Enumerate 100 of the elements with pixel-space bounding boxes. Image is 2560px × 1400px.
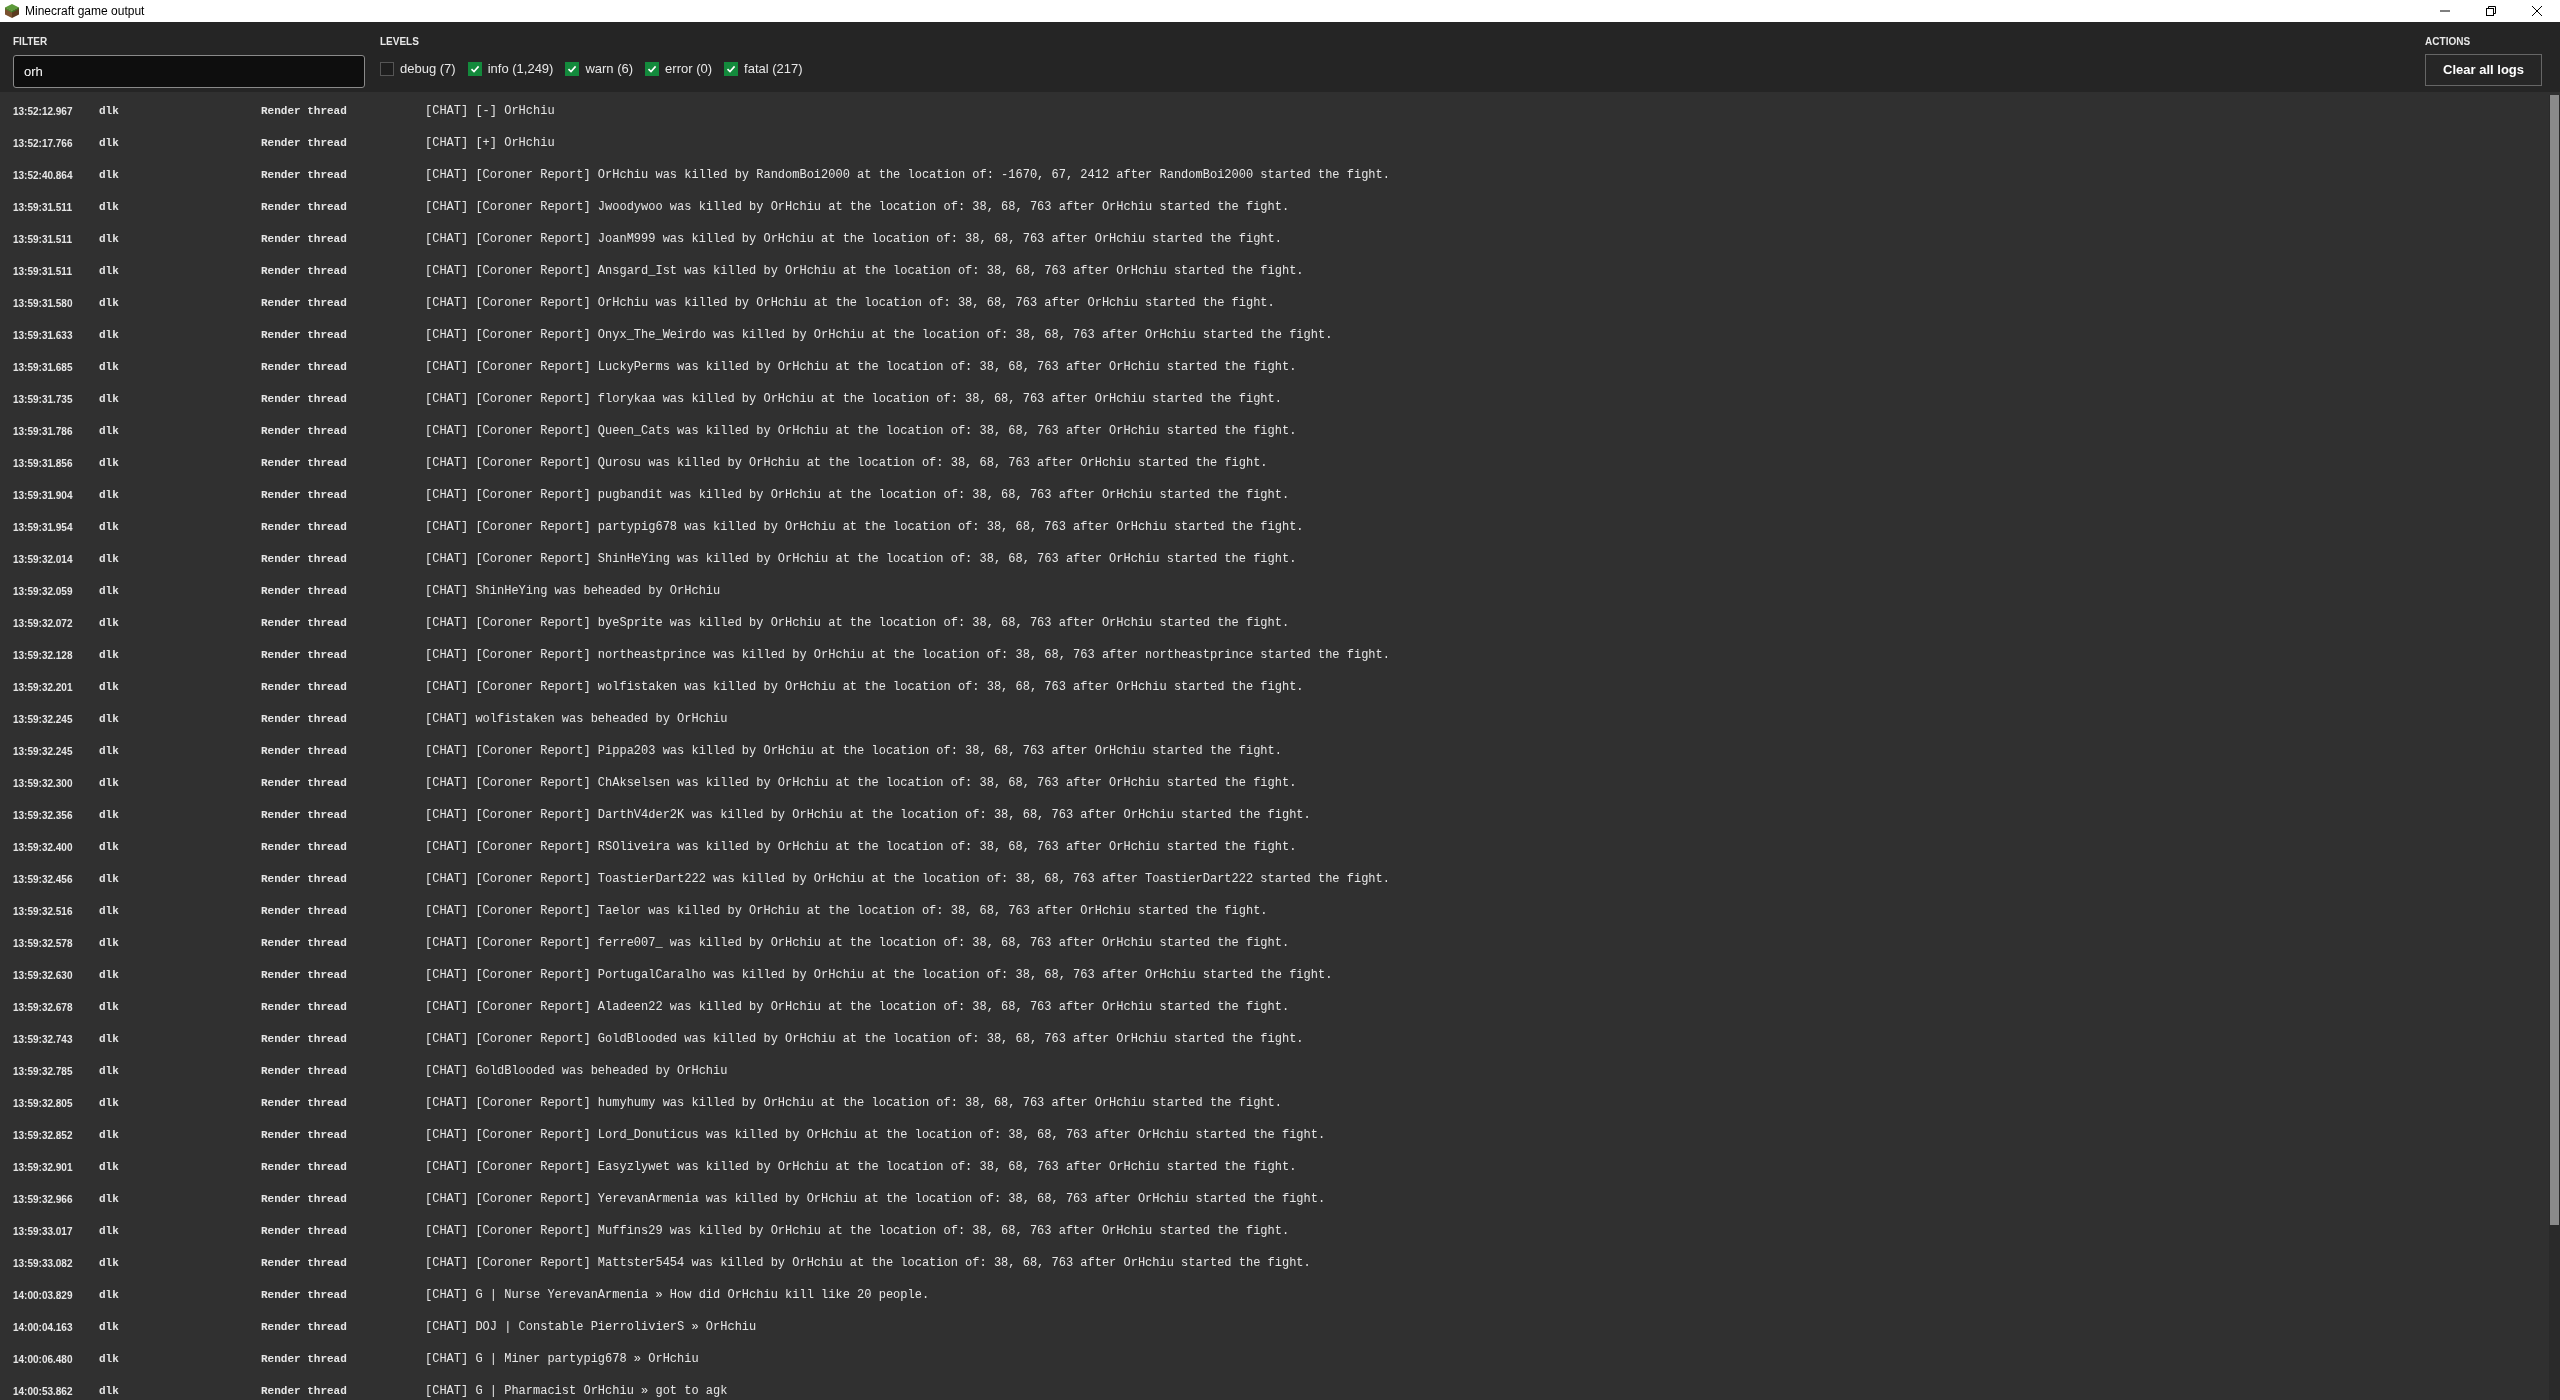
log-thread: Render thread [261,1063,348,1079]
log-thread: Render thread [261,487,348,503]
filter-field[interactable]: orh [13,55,365,88]
log-message: [CHAT] [Coroner Report] florykaa was killed by OrHchiu at the location of: 38, 68, 763 after OrHchiu started the fight. [425,391,1282,408]
log-message: [CHAT] [Coroner Report] ChAkselsen was killed by OrHchiu at the location of: 38, 68, 763 after OrHchiu started the fight. [425,775,1297,792]
log-time: 13:59:32.743 [12,1032,74,1047]
log-time: 13:59:32.630 [12,968,74,983]
log-time: 13:59:32.201 [12,680,74,695]
log-source: dlk [99,487,120,503]
log-source: dlk [99,999,120,1015]
log-thread: Render thread [261,167,348,183]
log-thread: Render thread [261,743,348,759]
log-message: [CHAT] [Coroner Report] LuckyPerms was killed by OrHchiu at the location of: 38, 68, 763 after OrHchiu started the fight. [425,359,1297,376]
log-thread: Render thread [261,679,348,695]
log-time: 13:59:33.017 [12,1224,74,1239]
section-label: ACTIONS [2425,35,2472,49]
log-time: 13:59:31.511 [12,264,73,279]
log-thread: Render thread [261,871,348,887]
log-thread: Render thread [261,999,348,1015]
log-thread: Render thread [261,263,348,279]
log-source: dlk [99,1319,120,1335]
level-checkbox[interactable]: info (1,249) [467,59,554,79]
grass-block-icon [4,3,20,19]
log-time: 13:59:33.082 [12,1256,74,1271]
log-message: [CHAT] [Coroner Report] humyhumy was killed by OrHchiu at the location of: 38, 68, 763 after OrHchiu started the fight. [425,1095,1282,1112]
log-source: dlk [99,1287,120,1303]
log-thread: Render thread [261,647,348,663]
log-thread: Render thread [261,295,348,311]
log-thread: Render thread [261,807,348,823]
log-source: dlk [99,135,120,151]
log-thread: Render thread [261,1351,348,1367]
log-message: [CHAT] [Coroner Report] Pippa203 was killed by OrHchiu at the location of: 38, 68, 763 after OrHchiu started the fight. [425,743,1282,760]
log-time: 13:59:31.904 [12,488,74,503]
log-time: 13:59:32.356 [12,808,74,823]
log-time: 13:59:32.300 [12,776,74,791]
log-source: dlk [99,775,120,791]
log-time: 13:52:17.766 [12,136,74,151]
log-message: [CHAT] [Coroner Report] ToastierDart222 was killed by OrHchiu at the location of: 38, 68, 763 after ToastierDart222 started the fight. [425,871,1390,888]
window-title: Minecraft game output [25,3,145,20]
log-source: dlk [99,871,120,887]
log-source: dlk [99,455,120,471]
log-time: 13:59:32.128 [12,648,74,663]
log-message: [CHAT] [Coroner Report] PortugalCaralho was killed by OrHchiu at the location of: 38, 68, 763 after OrHchiu started the fight. [425,967,1333,984]
log-source: dlk [99,807,120,823]
log-source: dlk [99,1063,120,1079]
log-source: dlk [99,103,120,119]
log-source: dlk [99,647,120,663]
clear-logs-button[interactable]: Clear all logs [2425,54,2542,86]
log-source: dlk [99,263,120,279]
log-time: 13:59:32.456 [12,872,74,887]
scrollbar[interactable] [2549,95,2560,1400]
log-time: 13:52:12.967 [12,104,74,119]
level-checkbox[interactable]: warn (6) [565,59,634,79]
log-thread: Render thread [261,1287,348,1303]
log-thread: Render thread [261,1159,348,1175]
log-thread: Render thread [261,327,348,343]
log-message: [CHAT] [Coroner Report] pugbandit was killed by OrHchiu at the location of: 38, 68, 763 after OrHchiu started the fight. [425,487,1290,504]
level-checkbox[interactable]: debug (7) [380,59,456,79]
log-time: 13:59:31.685 [12,360,74,375]
close-icon [2532,6,2542,16]
log-message: [CHAT] [Coroner Report] byeSprite was killed by OrHchiu at the location of: 38, 68, 763 after OrHchiu started the fight. [425,615,1290,632]
log-message: [CHAT] [Coroner Report] Taelor was killed by OrHchiu at the location of: 38, 68, 763 after OrHchiu started the fight. [425,903,1268,920]
log-time: 13:59:32.059 [12,584,74,599]
log-time: 13:59:31.633 [12,328,74,343]
section-label: FILTER [13,35,49,49]
log-message: [CHAT] DOJ | Constable PierrolivierS » OrHchiu [425,1319,757,1336]
log-message: [CHAT] [Coroner Report] OrHchiu was killed by RandomBoi2000 at the location of: -1670, 67, 2412 after RandomBoi2000 started the fight. [425,167,1390,184]
log-time: 13:59:31.954 [12,520,74,535]
log-message: [CHAT] [Coroner Report] partypig678 was killed by OrHchiu at the location of: 38, 68, 763 after OrHchiu started the fight. [425,519,1304,536]
log-message: [CHAT] [Coroner Report] ferre007_ was killed by OrHchiu at the location of: 38, 68, 763 after OrHchiu started the fight. [425,935,1290,952]
log-thread: Render thread [261,1255,348,1271]
log-message: [CHAT] [Coroner Report] Aladeen22 was killed by OrHchiu at the location of: 38, 68, 763 after OrHchiu started the fight. [425,999,1290,1016]
log-thread: Render thread [261,839,348,855]
level-checkbox[interactable]: error (0) [645,59,713,79]
log-source: dlk [99,743,120,759]
log-time: 13:59:32.072 [12,616,74,631]
log-source: dlk [99,1031,120,1047]
log-message: [CHAT] ShinHeYing was beheaded by OrHchiu [425,583,721,600]
log-thread: Render thread [261,775,348,791]
log-time: 13:59:32.785 [12,1064,74,1079]
log-thread: Render thread [261,455,348,471]
log-time: 13:59:31.856 [12,456,74,471]
log-source: dlk [99,327,120,343]
log-source: dlk [99,1127,120,1143]
log-time: 14:00:06.480 [12,1352,74,1367]
level-checkbox[interactable]: fatal (217) [724,59,803,79]
log-message: [CHAT] [Coroner Report] northeastprince was killed by OrHchiu at the location of: 38, 68, 763 after northeastprince started the fight. [425,647,1390,664]
log-message: [CHAT] [Coroner Report] Muffins29 was killed by OrHchiu at the location of: 38, 68, 763 after OrHchiu started the fight. [425,1223,1290,1240]
log-thread: Render thread [261,1095,348,1111]
log-source: dlk [99,839,120,855]
log-time: 13:59:32.966 [12,1192,74,1207]
log-message: [CHAT] G | Nurse YerevanArmenia » How did OrHchiu kill like 20 people. [425,1287,930,1304]
log-message: [CHAT] [Coroner Report] Easyzlywet was killed by OrHchiu at the location of: 38, 68, 763 after OrHchiu started the fight. [425,1159,1297,1176]
log-thread: Render thread [261,1319,348,1335]
log-message: [CHAT] [Coroner Report] Mattster5454 was killed by OrHchiu at the location of: 38, 68, 763 after OrHchiu started the fight. [425,1255,1311,1272]
log-thread: Render thread [261,615,348,631]
log-time: 13:59:31.511 [12,232,73,247]
log-time: 14:00:53.862 [12,1384,74,1399]
log-thread: Render thread [261,935,348,951]
log-thread: Render thread [261,967,348,983]
